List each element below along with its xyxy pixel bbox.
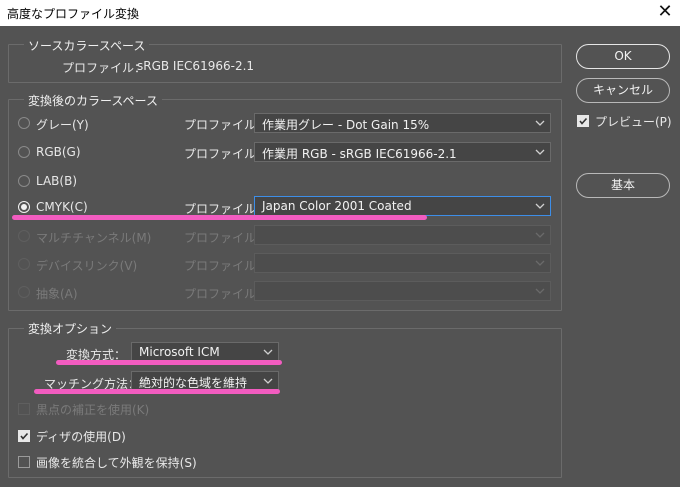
source-legend: ソースカラースペース <box>24 37 150 54</box>
chevron-down-icon <box>535 201 545 211</box>
gray-profile-value: 作業用グレー - Dot Gain 15% <box>262 118 430 132</box>
source-profile-value: sRGB IEC61966-2.1 <box>137 59 255 73</box>
preview-label: プレビュー(P) <box>595 115 672 129</box>
highlight-mark <box>34 389 280 394</box>
radio-abstract-label: 抽象(A) <box>36 287 78 301</box>
radio-rgb-label: RGB(G) <box>36 145 81 159</box>
bpc-checkbox <box>18 403 30 415</box>
ok-button[interactable]: OK <box>576 44 670 69</box>
dest-legend: 変換後のカラースペース <box>24 92 162 109</box>
preview-checkbox[interactable] <box>577 115 589 127</box>
radio-cmyk-label: CMYK(C) <box>36 200 88 214</box>
flatten-label: 画像を統合して外観を保持(S) <box>36 456 197 470</box>
chevron-down-icon <box>535 258 545 268</box>
rgb-profile-select[interactable]: 作業用 RGB - sRGB IEC61966-2.1 <box>254 142 551 162</box>
devicelink-profile-select <box>254 253 551 273</box>
source-profile-label: プロファイル： <box>62 61 147 75</box>
cancel-button[interactable]: キャンセル <box>576 78 670 103</box>
chevron-down-icon <box>535 286 545 296</box>
chevron-down-icon <box>263 376 273 386</box>
radio-gray-label: グレー(Y) <box>36 118 89 132</box>
cmyk-profile-value: Japan Color 2001 Coated <box>262 199 412 213</box>
checkmark-icon <box>579 117 588 125</box>
radio-gray[interactable] <box>18 117 30 129</box>
engine-select[interactable]: Microsoft ICM <box>131 342 279 362</box>
window-title: 高度なプロファイル変換 <box>7 7 140 21</box>
engine-value: Microsoft ICM <box>139 345 220 359</box>
chevron-down-icon <box>535 118 545 128</box>
basic-button[interactable]: 基本 <box>576 173 670 198</box>
radio-multichannel-label: マルチチャンネル(M) <box>36 231 152 245</box>
radio-lab[interactable] <box>18 175 30 187</box>
checkmark-icon <box>20 432 29 440</box>
intent-select[interactable]: 絶対的な色域を維持 <box>131 371 279 391</box>
dither-checkbox[interactable] <box>18 430 30 442</box>
radio-devicelink-label: デバイスリンク(V) <box>36 259 138 273</box>
options-legend: 変換オプション <box>24 320 117 337</box>
radio-rgb[interactable] <box>18 146 30 158</box>
flatten-checkbox[interactable] <box>18 456 30 468</box>
cmyk-profile-select[interactable]: Japan Color 2001 Coated <box>254 196 551 216</box>
close-icon[interactable]: ✕ <box>655 2 675 22</box>
chevron-down-icon <box>535 147 545 157</box>
chevron-down-icon <box>535 230 545 240</box>
dither-label: ディザの使用(D) <box>36 430 126 444</box>
highlight-mark <box>12 215 427 220</box>
radio-cmyk[interactable] <box>18 201 30 213</box>
rgb-profile-value: 作業用 RGB - sRGB IEC61966-2.1 <box>262 147 457 161</box>
radio-devicelink <box>18 258 30 270</box>
radio-abstract <box>18 286 30 298</box>
multichannel-profile-select <box>254 225 551 245</box>
radio-lab-label: LAB(B) <box>36 174 77 188</box>
chevron-down-icon <box>263 347 273 357</box>
bpc-label: 黒点の補正を使用(K) <box>36 403 150 417</box>
abstract-profile-select <box>254 281 551 301</box>
highlight-mark <box>56 360 282 365</box>
radio-multichannel <box>18 230 30 242</box>
gray-profile-select[interactable]: 作業用グレー - Dot Gain 15% <box>254 113 551 133</box>
